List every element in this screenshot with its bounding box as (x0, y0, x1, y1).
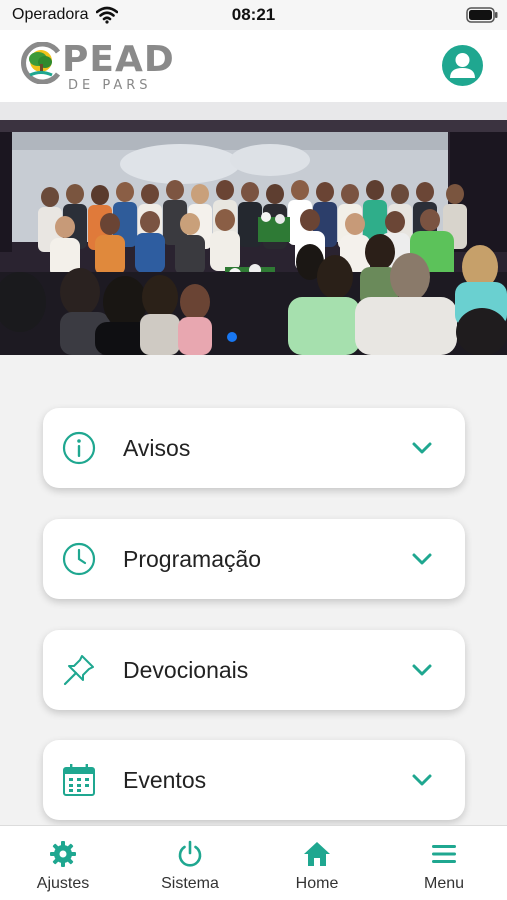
profile-button[interactable] (442, 45, 483, 86)
logo-tree-icon (21, 42, 61, 84)
tab-home[interactable]: Home (254, 826, 380, 900)
status-bar: Operadora 08:21 (0, 0, 507, 30)
chevron-down-icon[interactable] (410, 660, 434, 680)
app-logo: PEAD DE PARS (20, 38, 180, 98)
chevron-down-icon[interactable] (410, 770, 434, 790)
tab-label: Sistema (161, 875, 219, 892)
logo-wordmark: PEAD (62, 39, 175, 80)
section-label: Programação (123, 546, 262, 572)
banner-carousel[interactable] (0, 102, 507, 355)
section-card-programacao[interactable]: Programação (43, 519, 465, 599)
bottom-tab-bar: Ajustes Sistema Home Menu (0, 825, 507, 900)
app-header: PEAD DE PARS (0, 30, 507, 102)
chevron-down-icon[interactable] (410, 438, 434, 458)
calendar-icon (63, 764, 95, 796)
carousel-page-indicator[interactable] (227, 332, 237, 342)
banner-photo (0, 102, 507, 355)
section-label: Devocionais (123, 657, 249, 683)
gear-icon (50, 841, 76, 867)
tab-sistema[interactable]: Sistema (127, 826, 253, 900)
clock-icon (62, 542, 96, 576)
section-label: Avisos (123, 435, 191, 461)
section-card-avisos[interactable]: Avisos (43, 408, 465, 488)
hamburger-icon (432, 845, 456, 863)
info-circle-icon (62, 431, 96, 465)
power-icon (178, 840, 202, 867)
section-card-devocionais[interactable]: Devocionais (43, 630, 465, 710)
tab-ajustes[interactable]: Ajustes (0, 826, 126, 900)
tab-label: Ajustes (36, 875, 90, 892)
user-icon (450, 53, 475, 78)
tab-menu[interactable]: Menu (381, 826, 507, 900)
tab-label: Menu (423, 875, 465, 892)
battery-icon (466, 7, 498, 23)
pin-icon (63, 655, 94, 686)
section-label: Eventos (123, 767, 207, 793)
logo-subtitle: DE PARS (68, 78, 152, 93)
section-card-eventos[interactable]: Eventos (43, 740, 465, 820)
chevron-down-icon[interactable] (410, 549, 434, 569)
status-time: 08:21 (231, 5, 276, 24)
tab-label: Home (295, 875, 339, 892)
home-icon (304, 842, 330, 866)
